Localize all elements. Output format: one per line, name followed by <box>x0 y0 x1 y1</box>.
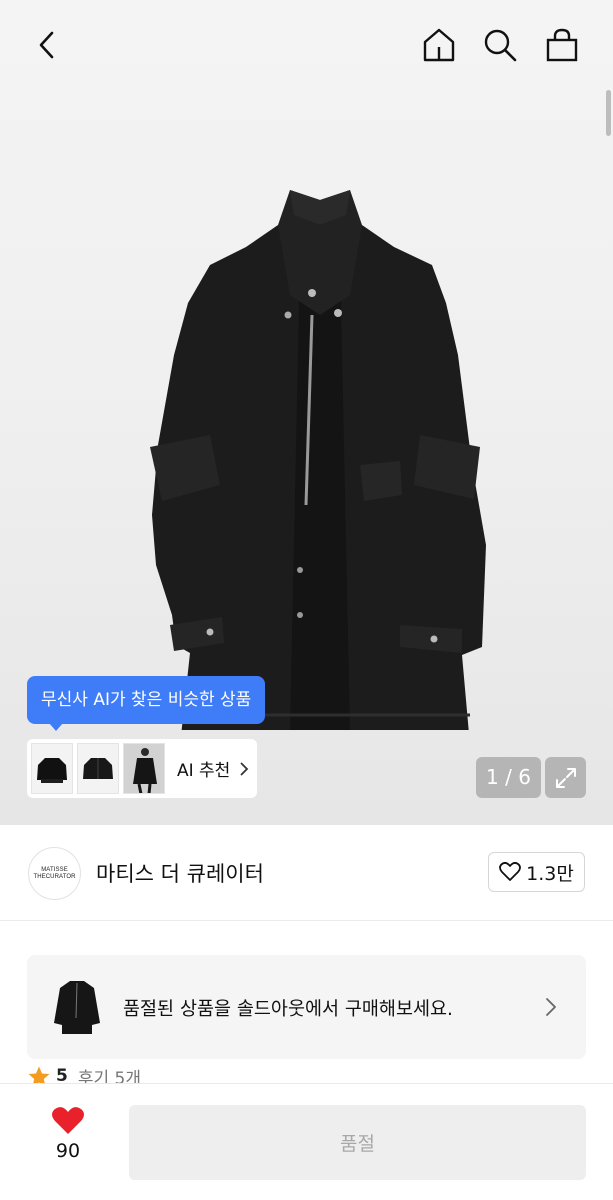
thumbnail-jacket-image <box>83 757 113 779</box>
heart-filled-icon <box>52 1107 84 1134</box>
chevron-right-icon <box>546 998 556 1016</box>
shopping-bag-icon <box>546 28 578 62</box>
ai-recommend-label: AI 추천 <box>177 761 231 781</box>
coat-thumbnail-image <box>54 981 100 1034</box>
product-image-coat <box>150 190 486 730</box>
ai-similar-tooltip: 무신사 AI가 찾은 비슷한 상품 <box>27 676 266 731</box>
search-button[interactable] <box>477 22 523 68</box>
home-icon <box>423 28 455 62</box>
image-pager-indicator: 1 / 6 <box>476 757 541 798</box>
ai-recommend-link[interactable]: AI 추천 <box>177 756 249 781</box>
brand-like-count: 1.3만 <box>526 862 574 885</box>
brand-logo-line2: THECURATOR <box>33 873 76 880</box>
thumbnail-model-image <box>124 744 164 793</box>
back-icon <box>39 31 54 59</box>
search-icon <box>484 29 517 62</box>
soldout-banner[interactable]: 품절된 상품을 솔드아웃에서 구매해보세요. <box>27 955 586 1059</box>
expand-image-button[interactable] <box>545 757 586 798</box>
brand-logo[interactable]: MATISSE THECURATOR <box>28 847 81 900</box>
bottom-action-bar: 90 품절 <box>0 1083 613 1200</box>
home-button[interactable] <box>416 22 462 68</box>
brand-row: MATISSE THECURATOR 마티스 더 큐레이터 1.3만 <box>0 825 613 921</box>
brand-logo-line1: MATISSE <box>41 866 68 873</box>
favorite-count: 90 <box>55 1140 81 1162</box>
soldout-product-thumbnail <box>49 977 105 1037</box>
ai-recommendation-strip[interactable]: AI 추천 <box>27 739 257 798</box>
cart-button[interactable] <box>539 22 585 68</box>
scrollbar-thumb[interactable] <box>606 90 611 136</box>
top-navigation-bar <box>0 0 613 90</box>
back-button[interactable] <box>24 22 70 68</box>
buy-button-soldout[interactable]: 품절 <box>129 1105 586 1180</box>
soldout-message: 품절된 상품을 솔드아웃에서 구매해보세요. <box>123 999 453 1020</box>
thumbnail-jacket-image <box>37 757 67 783</box>
brand-name[interactable]: 마티스 더 큐레이터 <box>96 858 264 888</box>
favorite-button[interactable]: 90 <box>40 1106 96 1162</box>
ai-thumbnail[interactable] <box>123 743 165 794</box>
chevron-right-icon <box>240 762 249 775</box>
heart-outline-icon <box>499 862 522 881</box>
ai-thumbnail[interactable] <box>31 743 73 794</box>
expand-icon <box>555 767 576 788</box>
brand-like-button[interactable]: 1.3만 <box>488 852 585 892</box>
ai-thumbnail[interactable] <box>77 743 119 794</box>
